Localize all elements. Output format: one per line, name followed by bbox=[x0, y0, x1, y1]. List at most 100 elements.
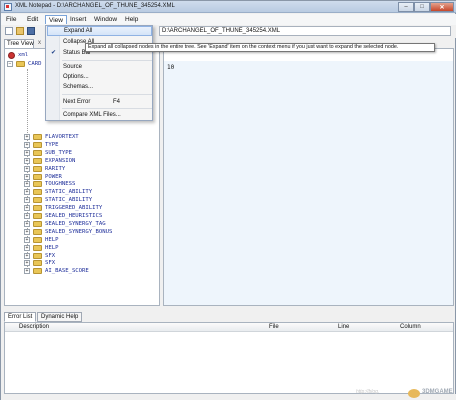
menu-item-compare-xml-files[interactable]: Compare XML Files... bbox=[47, 110, 152, 120]
folder-icon bbox=[33, 268, 42, 275]
xml-declaration-icon bbox=[8, 52, 15, 59]
column-description[interactable]: Description bbox=[19, 324, 49, 330]
tree-node-root[interactable]: xml bbox=[18, 51, 28, 59]
menu-edit[interactable]: Edit bbox=[24, 15, 41, 24]
folder-icon bbox=[33, 189, 42, 196]
watermark-logo-icon bbox=[408, 389, 420, 398]
tree-node[interactable]: AI_BASE_SCORE bbox=[45, 267, 89, 275]
error-tab-strip: Error List Dynamic Help bbox=[4, 312, 454, 322]
tree-close-icon[interactable]: x bbox=[38, 40, 41, 46]
menu-item-options[interactable]: Options... bbox=[47, 72, 152, 82]
menu-insert[interactable]: Insert bbox=[67, 15, 89, 24]
menu-item-source[interactable]: Source bbox=[47, 62, 152, 72]
expand-icon[interactable]: + bbox=[24, 173, 30, 180]
folder-icon bbox=[33, 236, 42, 243]
tree-node[interactable]: SUB_TYPE bbox=[45, 149, 72, 157]
shortcut-label: F4 bbox=[112, 99, 120, 105]
tree-node[interactable]: EXPANSION bbox=[45, 157, 75, 165]
expand-icon[interactable]: + bbox=[24, 141, 30, 148]
folder-icon bbox=[33, 244, 42, 251]
tab-tree-view[interactable]: Tree View bbox=[4, 39, 34, 48]
menu-separator bbox=[62, 108, 152, 109]
folder-icon bbox=[33, 157, 42, 164]
column-file[interactable]: File bbox=[269, 324, 279, 330]
expand-icon[interactable]: + bbox=[24, 205, 30, 212]
tree-node[interactable]: SFX bbox=[45, 252, 55, 260]
expand-icon[interactable]: + bbox=[24, 165, 30, 172]
folder-icon bbox=[16, 61, 25, 67]
tree-node[interactable]: SEALED_SYNERGY_BONUS bbox=[45, 228, 112, 236]
folder-icon bbox=[33, 197, 42, 204]
tree-node[interactable]: RARITY bbox=[45, 165, 65, 173]
node-value-editor[interactable]: 10 bbox=[164, 61, 453, 305]
title-bar[interactable]: XML Notepad - D:\ARCHANGEL_OF_THUNE_3452… bbox=[1, 1, 456, 13]
maximize-button[interactable]: □ bbox=[414, 2, 430, 12]
file-path-field[interactable]: D:\ARCHANGEL_OF_THUNE_345254.XML bbox=[159, 26, 451, 36]
tree-node[interactable]: HELP bbox=[45, 244, 58, 252]
tab-dynamic-help[interactable]: Dynamic Help bbox=[37, 312, 83, 322]
column-column[interactable]: Column bbox=[400, 324, 421, 330]
folder-icon bbox=[33, 213, 42, 219]
expand-icon[interactable]: + bbox=[24, 260, 30, 267]
view-menu-dropdown: Expand All Collapse All ✔ Status Bar Sou… bbox=[45, 25, 153, 121]
expand-icon[interactable]: + bbox=[24, 252, 30, 259]
expand-icon[interactable]: + bbox=[24, 228, 30, 235]
expand-icon[interactable]: + bbox=[24, 134, 30, 140]
new-icon[interactable] bbox=[5, 27, 13, 35]
tree-node-card[interactable]: CARD bbox=[28, 60, 41, 68]
minimize-button[interactable]: – bbox=[398, 2, 414, 12]
tree-node[interactable]: TRIGGERED_ABILITY bbox=[45, 204, 102, 212]
menu-item-next-error[interactable]: Next Error F4 bbox=[47, 97, 152, 107]
menu-separator bbox=[62, 94, 152, 95]
close-button[interactable]: ✕ bbox=[430, 2, 454, 12]
menu-item-expand-all[interactable]: Expand All bbox=[47, 26, 152, 36]
expand-icon[interactable]: + bbox=[24, 220, 30, 227]
expand-icon[interactable]: + bbox=[24, 268, 30, 275]
node-value[interactable]: 10 bbox=[167, 64, 174, 71]
menu-help[interactable]: Help bbox=[122, 15, 141, 24]
expand-icon[interactable]: + bbox=[24, 236, 30, 243]
tree-node[interactable]: FLAVORTEXT bbox=[45, 133, 79, 141]
tab-error-list[interactable]: Error List bbox=[4, 312, 37, 322]
app-window: XML Notepad - D:\ARCHANGEL_OF_THUNE_3452… bbox=[0, 0, 456, 400]
menu-item-schemas[interactable]: Schemas... bbox=[47, 82, 152, 92]
save-icon[interactable] bbox=[27, 27, 35, 35]
tree-node[interactable]: SEALED_SYNERGY_TAG bbox=[45, 220, 106, 228]
tree-node[interactable]: POWER bbox=[45, 173, 62, 181]
folder-icon bbox=[33, 173, 42, 180]
tree-node[interactable]: HELP bbox=[45, 236, 58, 244]
collapse-icon[interactable]: − bbox=[7, 61, 13, 67]
folder-icon bbox=[33, 220, 42, 227]
expand-icon[interactable]: + bbox=[24, 197, 30, 204]
menu-file[interactable]: File bbox=[3, 15, 19, 24]
folder-icon bbox=[33, 149, 42, 156]
tree-node[interactable]: STATIC_ABILITY bbox=[45, 188, 92, 196]
value-view: 10 bbox=[163, 48, 454, 306]
column-line[interactable]: Line bbox=[338, 324, 349, 330]
open-icon[interactable] bbox=[16, 27, 24, 35]
menu-bar: File Edit View Insert Window Help bbox=[1, 14, 456, 25]
watermark-url: http://blog. bbox=[356, 389, 380, 395]
menu-view[interactable]: View bbox=[45, 15, 67, 24]
tree-node[interactable]: SEALED_HEURISTICS bbox=[45, 212, 102, 220]
folder-icon bbox=[33, 181, 42, 188]
tree-node[interactable]: TYPE bbox=[45, 141, 58, 149]
window-title: XML Notepad - D:\ARCHANGEL_OF_THUNE_3452… bbox=[15, 3, 175, 9]
menu-window[interactable]: Window bbox=[91, 15, 120, 24]
tree-node[interactable]: STATIC_ABILITY bbox=[45, 196, 92, 204]
checkmark-icon: ✔ bbox=[51, 50, 57, 56]
tree-node[interactable]: TOUGHNESS bbox=[45, 180, 75, 188]
expand-icon[interactable]: + bbox=[24, 181, 30, 188]
expand-icon[interactable]: + bbox=[24, 213, 30, 219]
expand-icon[interactable]: + bbox=[24, 189, 30, 196]
folder-icon bbox=[33, 260, 42, 267]
folder-icon bbox=[33, 252, 42, 259]
folder-icon bbox=[33, 165, 42, 172]
expand-icon[interactable]: + bbox=[24, 157, 30, 164]
tree-node[interactable]: SFX bbox=[45, 259, 55, 267]
expand-icon[interactable]: + bbox=[24, 244, 30, 251]
tooltip: Expand all collapsed nodes in the entire… bbox=[85, 43, 435, 52]
app-icon bbox=[4, 3, 12, 11]
folder-icon bbox=[33, 205, 42, 212]
expand-icon[interactable]: + bbox=[24, 149, 30, 156]
